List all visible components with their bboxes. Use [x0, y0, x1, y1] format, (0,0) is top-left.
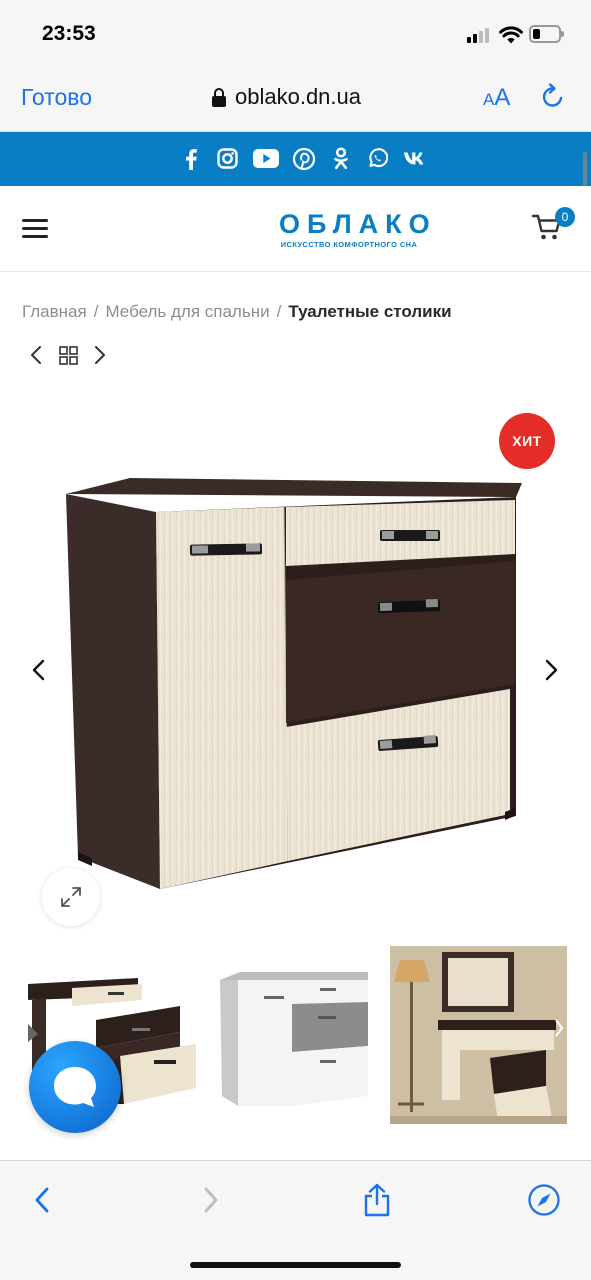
- social-links-bar: [0, 132, 591, 186]
- instagram-icon[interactable]: [215, 146, 240, 171]
- battery-icon: [529, 25, 564, 43]
- breadcrumb-link-home[interactable]: Главная: [22, 302, 87, 321]
- site-header: ОБЛАКО ИСКУССТВО КОМФОРТНОГО СНА: [0, 186, 591, 272]
- breadcrumb-separator: /: [276, 302, 282, 321]
- lock-icon: [212, 87, 226, 107]
- back-icon[interactable]: [25, 1183, 59, 1217]
- product-main-image[interactable]: [0, 388, 591, 933]
- pinterest-icon[interactable]: [291, 146, 316, 171]
- category-grid-icon[interactable]: [58, 344, 78, 366]
- facebook-icon[interactable]: [178, 146, 203, 171]
- youtube-icon[interactable]: [252, 146, 279, 171]
- forward-icon[interactable]: [194, 1183, 228, 1217]
- text-size-large-letter: A: [494, 84, 511, 111]
- breadcrumb: Главная / Мебель для спальни / Туалетные сто…: [22, 302, 452, 322]
- breadcrumb-link-bedroom-furniture[interactable]: Мебель для спальни: [105, 302, 269, 321]
- gallery-prev-icon[interactable]: [30, 658, 48, 682]
- text-size-small-letter: A: [483, 90, 495, 109]
- share-icon[interactable]: [360, 1183, 394, 1217]
- chat-bubble-icon: [54, 1067, 96, 1107]
- hit-badge: ХИТ: [499, 413, 555, 469]
- breadcrumb-separator: /: [93, 302, 99, 321]
- site-logo[interactable]: ОБЛАКО ИСКУССТВО КОМФОРТНОГО СНА: [273, 209, 437, 249]
- thumbnail-2[interactable]: [208, 946, 382, 1124]
- cellular-signal-icon: [467, 28, 491, 43]
- url-text: oblako.dn.ua: [235, 84, 361, 109]
- prev-product-icon[interactable]: [28, 344, 44, 366]
- compass-icon[interactable]: [527, 1183, 561, 1217]
- ios-status-bar: 23:53: [0, 0, 591, 66]
- status-time: 23:53: [42, 22, 96, 45]
- whatsapp-icon[interactable]: [365, 146, 390, 171]
- product-navigation: [28, 344, 108, 366]
- thumbnail-3[interactable]: [390, 946, 567, 1124]
- home-indicator: [190, 1262, 401, 1268]
- zoom-button[interactable]: [42, 868, 100, 926]
- browser-top-bar: Готово oblako.dn.ua AA: [0, 66, 591, 132]
- address-bar[interactable]: oblako.dn.ua: [212, 82, 361, 112]
- battery-level: [533, 29, 540, 39]
- logo-title: ОБЛАКО: [279, 209, 437, 239]
- breadcrumb-current: Туалетные столики: [288, 302, 452, 321]
- hamburger-menu-icon[interactable]: [22, 219, 48, 239]
- done-button[interactable]: Готово: [21, 84, 92, 111]
- expand-icon: [61, 887, 81, 907]
- text-size-button[interactable]: AA: [483, 84, 510, 112]
- vk-icon[interactable]: [402, 146, 428, 171]
- reload-icon[interactable]: [540, 82, 566, 110]
- logo-tagline: ИСКУССТВО КОМФОРТНОГО СНА: [280, 240, 418, 249]
- odnoklassniki-icon[interactable]: [328, 146, 353, 171]
- gallery-next-icon[interactable]: [542, 658, 560, 682]
- next-product-icon[interactable]: [92, 344, 108, 366]
- cart-count-badge: 0: [555, 207, 575, 227]
- wifi-icon: [499, 26, 523, 44]
- chat-widget-button[interactable]: [29, 1041, 121, 1133]
